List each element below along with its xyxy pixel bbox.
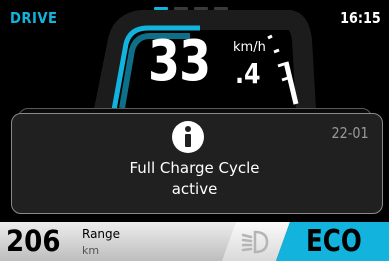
- drive-mode-label: ECO: [306, 224, 362, 259]
- info-icon: [172, 121, 204, 153]
- gauge-ticks: [267, 34, 289, 82]
- notification-code: 22-01: [331, 124, 369, 142]
- headlight-icon: [241, 230, 269, 254]
- notification-message-line2: active: [171, 180, 218, 198]
- range-value: 206: [6, 224, 61, 258]
- range-label: Range: [82, 227, 121, 241]
- speed-unit: km/h: [233, 40, 266, 55]
- speed-decimal: .4: [235, 57, 261, 90]
- speed-value: 33: [148, 29, 211, 94]
- notification-message-line1: Full Charge Cycle: [129, 159, 260, 177]
- range-unit: km: [82, 244, 100, 257]
- bottom-strip: 206 Range km ECO: [0, 222, 389, 261]
